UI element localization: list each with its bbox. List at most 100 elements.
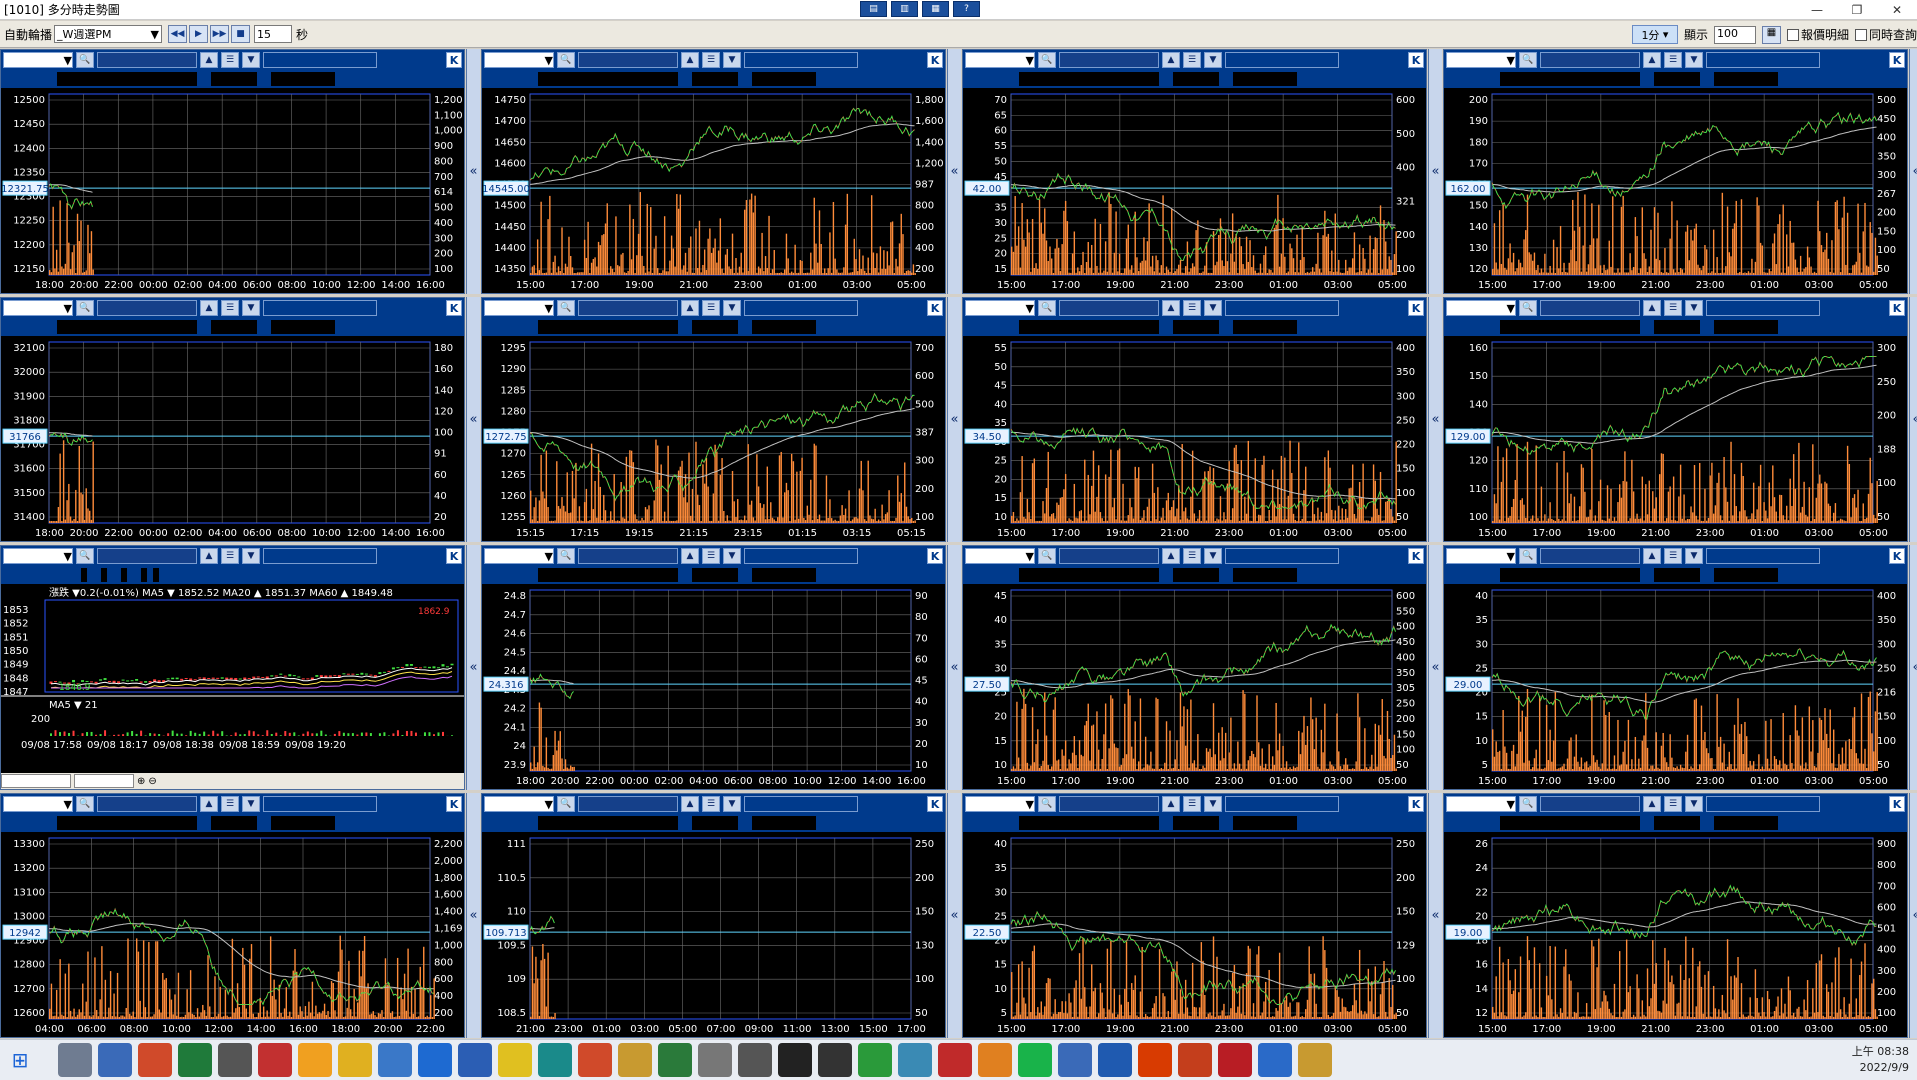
list-icon[interactable]: ☰	[1183, 796, 1201, 812]
symbol-input[interactable]	[1225, 300, 1339, 316]
period-select[interactable]: 1分 ▾	[1631, 25, 1678, 44]
symbol-input[interactable]	[1225, 796, 1339, 812]
kline-button[interactable]: K	[1408, 796, 1424, 812]
gear-icon[interactable]	[698, 1043, 732, 1077]
kline-button[interactable]: K	[1408, 300, 1424, 316]
scroll-up-icon[interactable]: ▲	[681, 548, 699, 564]
symbol-select[interactable]: ▼	[1446, 300, 1516, 316]
display-count-input[interactable]: 100	[1713, 25, 1756, 44]
list-icon[interactable]: ☰	[1664, 796, 1682, 812]
detail-checkbox[interactable]: 報價明細	[1786, 26, 1849, 43]
symbol-select[interactable]: ▼	[965, 300, 1035, 316]
explorer-window-icon[interactable]	[98, 1043, 132, 1077]
notepad-icon[interactable]	[378, 1043, 412, 1077]
chevron-down-icon[interactable]: ▼	[1204, 796, 1222, 812]
gallery2-icon[interactable]	[1298, 1043, 1332, 1077]
chevron-down-icon[interactable]: ▼	[242, 548, 260, 564]
powerpoint-icon[interactable]	[1178, 1043, 1212, 1077]
task-view-icon[interactable]	[58, 1043, 92, 1077]
scroll-up-icon[interactable]: ▲	[1643, 796, 1661, 812]
symbol-input[interactable]	[263, 548, 377, 564]
gear2-icon[interactable]	[738, 1043, 772, 1077]
chevron-down-icon[interactable]: ▼	[242, 796, 260, 812]
search-icon[interactable]: 🔍	[557, 300, 575, 316]
orange-app-icon[interactable]	[978, 1043, 1012, 1077]
first-icon[interactable]: ◀◀	[168, 25, 188, 43]
mcafee-icon[interactable]	[1218, 1043, 1252, 1077]
search-icon[interactable]: 🔍	[1038, 300, 1056, 316]
scroll-up-icon[interactable]: ▲	[200, 548, 218, 564]
kline-period-select[interactable]	[1, 774, 71, 788]
list-icon[interactable]: ☰	[1664, 52, 1682, 68]
symbol-select[interactable]: ▼	[3, 52, 73, 68]
kline-button[interactable]: K	[927, 796, 943, 812]
collapse-arrow-icon[interactable]: «	[947, 297, 961, 542]
search-icon[interactable]: 🔍	[1038, 796, 1056, 812]
chevron-down-icon[interactable]: ▼	[1204, 52, 1222, 68]
wintab-icon[interactable]	[898, 1043, 932, 1077]
scroll-up-icon[interactable]: ▲	[681, 300, 699, 316]
search-icon[interactable]: 🔍	[557, 52, 575, 68]
excel-icon[interactable]	[178, 1043, 212, 1077]
line-app-icon[interactable]	[1018, 1043, 1052, 1077]
chevron-down-icon[interactable]: ▼	[242, 300, 260, 316]
list-icon[interactable]: ☰	[702, 52, 720, 68]
xq-icon[interactable]	[1098, 1043, 1132, 1077]
kline-button[interactable]: K	[1408, 548, 1424, 564]
chrome-icon[interactable]	[578, 1043, 612, 1077]
kline-button[interactable]: K	[446, 548, 462, 564]
list-icon[interactable]: ☰	[1664, 548, 1682, 564]
symbol-input[interactable]	[1225, 52, 1339, 68]
list-icon[interactable]: ☰	[702, 548, 720, 564]
scroll-up-icon[interactable]: ▲	[681, 52, 699, 68]
play-icon[interactable]: ▶	[189, 25, 209, 43]
scroll-up-icon[interactable]: ▲	[1643, 300, 1661, 316]
moon-icon[interactable]	[818, 1043, 852, 1077]
collapse-arrow-icon[interactable]: «	[1909, 545, 1917, 790]
scroll-up-icon[interactable]: ▲	[200, 52, 218, 68]
chevron-down-icon[interactable]: ▼	[1204, 548, 1222, 564]
wing-icon[interactable]	[538, 1043, 572, 1077]
kline-button[interactable]: K	[1889, 796, 1905, 812]
list-icon[interactable]: ☰	[221, 300, 239, 316]
collapse-arrow-icon[interactable]: «	[466, 297, 480, 542]
search-icon[interactable]: 🔍	[1519, 548, 1537, 564]
chrome2-icon[interactable]	[858, 1043, 892, 1077]
collapse-arrow-icon[interactable]: «	[947, 49, 961, 294]
close-button[interactable]: ✕	[1877, 0, 1917, 20]
scroll-up-icon[interactable]: ▲	[681, 796, 699, 812]
search-icon[interactable]: 🔍	[1038, 548, 1056, 564]
symbol-select[interactable]: ▼	[965, 52, 1035, 68]
symbol-select[interactable]: ▼	[3, 796, 73, 812]
scroll-up-icon[interactable]: ▲	[1643, 548, 1661, 564]
restore-button[interactable]: ❐	[1837, 0, 1877, 20]
scroll-up-icon[interactable]: ▲	[1162, 796, 1180, 812]
symbol-input[interactable]	[1706, 52, 1820, 68]
scroll-up-icon[interactable]: ▲	[1162, 548, 1180, 564]
search-icon[interactable]: 🔍	[1519, 52, 1537, 68]
list-icon[interactable]: ☰	[702, 796, 720, 812]
collapse-arrow-icon[interactable]: «	[947, 793, 961, 1038]
layout-1-icon[interactable]: ▤	[860, 1, 887, 17]
symbol-input[interactable]	[1706, 548, 1820, 564]
zoom-in-icon[interactable]: ⊕	[137, 776, 145, 787]
kline-button[interactable]: K	[1889, 52, 1905, 68]
kline-button[interactable]: K	[446, 300, 462, 316]
search-icon[interactable]: 🔍	[1519, 796, 1537, 812]
word-icon[interactable]	[458, 1043, 492, 1077]
collapse-arrow-icon[interactable]: «	[466, 793, 480, 1038]
collapse-arrow-icon[interactable]: «	[1909, 49, 1917, 294]
black-circle-icon[interactable]	[778, 1043, 812, 1077]
symbol-select[interactable]: ▼	[484, 796, 554, 812]
list-icon[interactable]: ☰	[1183, 52, 1201, 68]
symbol-input[interactable]	[744, 796, 858, 812]
chevron-down-icon[interactable]: ▼	[1685, 548, 1703, 564]
symbol-select[interactable]: ▼	[3, 548, 73, 564]
scroll-up-icon[interactable]: ▲	[1643, 52, 1661, 68]
symbol-input[interactable]	[1225, 548, 1339, 564]
list-icon[interactable]: ☰	[1183, 300, 1201, 316]
symbol-input[interactable]	[1706, 300, 1820, 316]
kline-button[interactable]: K	[1889, 548, 1905, 564]
kline-button[interactable]: K	[1408, 52, 1424, 68]
grid-layout-icon[interactable]: ▦	[1761, 25, 1781, 44]
